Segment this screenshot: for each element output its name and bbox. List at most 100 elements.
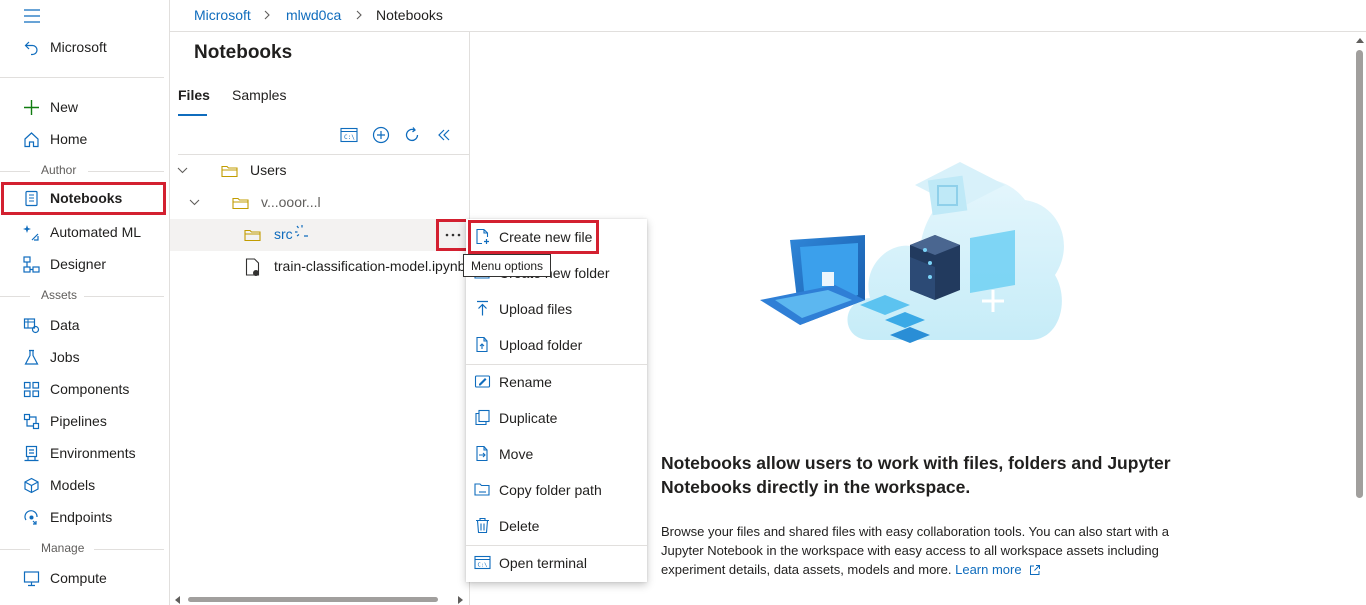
chevron-down-icon[interactable] <box>176 165 189 177</box>
nav-item-designer[interactable]: Designer <box>0 248 169 280</box>
move-icon <box>474 445 491 462</box>
refresh-icon[interactable] <box>403 126 421 144</box>
breadcrumb-workspace[interactable]: mlwd0ca <box>286 7 341 23</box>
nav-back-microsoft[interactable]: Microsoft <box>0 31 169 63</box>
tree-item-src[interactable]: src <box>170 219 469 251</box>
menu-item-label: Upload folder <box>499 337 583 353</box>
folder-icon <box>244 228 261 242</box>
notebook-icon <box>23 190 40 207</box>
nav-item-new[interactable]: New <box>0 91 169 123</box>
nav-section-manage: Manage <box>0 541 170 557</box>
menu-item-upload-folder[interactable]: Upload folder <box>466 327 647 363</box>
svg-text:C:\: C:\ <box>344 134 355 141</box>
home-icon <box>23 131 40 148</box>
breadcrumb-current: Notebooks <box>376 7 443 23</box>
nav-back-label: Microsoft <box>50 39 107 55</box>
menu-item-move[interactable]: Move <box>466 436 647 472</box>
menu-item-create-new-file[interactable]: Create new file <box>466 219 647 255</box>
vertical-scrollbar[interactable] <box>1356 50 1363 498</box>
nav-item-label: Models <box>50 477 96 493</box>
tab-active-indicator <box>178 114 207 116</box>
chevron-down-icon[interactable] <box>188 197 201 209</box>
designer-icon <box>23 256 40 273</box>
chevron-right-icon <box>354 7 364 23</box>
nav-section-label: Assets <box>41 288 78 302</box>
scroll-right-icon[interactable] <box>457 596 463 604</box>
cube-icon <box>23 477 40 494</box>
nav-divider <box>0 77 164 78</box>
empty-state-description: Browse your files and shared files with … <box>661 522 1176 579</box>
nav-item-home[interactable]: Home <box>0 123 169 155</box>
menu-item-label: Create new file <box>499 229 593 245</box>
upload-icon <box>474 300 491 317</box>
nav-item-jobs[interactable]: Jobs <box>0 341 169 373</box>
scroll-up-icon[interactable] <box>1356 37 1364 43</box>
tree-item-label: Users <box>250 162 287 178</box>
breadcrumb: Microsoft mlwd0ca Notebooks <box>170 0 1366 32</box>
menu-item-delete[interactable]: Delete <box>466 508 647 544</box>
upload-folder-icon <box>474 336 491 353</box>
tree-item-user-folder[interactable]: v...ooor...l <box>170 187 469 219</box>
nav-item-notebooks[interactable]: Notebooks <box>1 182 166 215</box>
nav-item-label: Home <box>50 131 88 147</box>
loading-spinner-icon <box>294 224 310 240</box>
menu-item-rename[interactable]: Rename <box>466 364 647 400</box>
menu-item-duplicate[interactable]: Duplicate <box>466 400 647 436</box>
nav-item-label: Notebooks <box>50 190 123 206</box>
nav-item-components[interactable]: Components <box>0 373 169 405</box>
menu-item-copy-folder-path[interactable]: Copy folder path <box>466 472 647 508</box>
menu-item-upload-files[interactable]: Upload files <box>466 291 647 327</box>
trash-icon <box>474 517 491 534</box>
nav-item-data[interactable]: Data <box>0 309 169 341</box>
nav-item-label: Designer <box>50 256 107 272</box>
menu-item-open-terminal[interactable]: C:\ Open terminal <box>466 545 647 581</box>
nav-section-label: Manage <box>41 541 85 555</box>
nav-item-label: Jobs <box>50 349 80 365</box>
nav-item-pipelines[interactable]: Pipelines <box>0 405 169 437</box>
monitor-icon <box>23 570 40 587</box>
horizontal-scrollbar[interactable] <box>188 597 438 602</box>
components-icon <box>23 381 40 398</box>
external-link-icon[interactable] <box>1029 564 1041 576</box>
terminal-icon[interactable]: C:\ <box>340 127 358 143</box>
learn-more-link[interactable]: Learn more <box>955 562 1021 577</box>
menu-item-label: Open terminal <box>499 555 587 571</box>
menu-item-label: Copy folder path <box>499 482 602 498</box>
cloud-notebook-illustration <box>760 150 1065 360</box>
nav-item-models[interactable]: Models <box>0 469 169 501</box>
tree-item-label: train-classification-model.ipynb <box>274 258 466 274</box>
rename-icon <box>474 373 491 390</box>
scroll-left-icon[interactable] <box>175 596 181 604</box>
duplicate-icon <box>474 409 491 426</box>
tree-item-users[interactable]: Users <box>170 155 469 187</box>
folder-icon <box>232 196 249 210</box>
pipelines-icon <box>23 413 40 430</box>
terminal-icon: C:\ <box>474 554 491 571</box>
copy-path-icon <box>474 481 491 498</box>
nav-item-automated-ml[interactable]: Automated ML <box>0 216 169 248</box>
plus-icon <box>23 99 40 116</box>
nav-item-environments[interactable]: Environments <box>0 437 169 469</box>
add-circle-icon[interactable] <box>372 126 390 144</box>
tab-files[interactable]: Files <box>178 87 210 103</box>
nav-item-label: Endpoints <box>50 509 113 525</box>
nav-item-label: Components <box>50 381 130 397</box>
more-options-button[interactable] <box>436 219 469 251</box>
nav-item-compute[interactable]: Compute <box>0 562 169 594</box>
nav-section-assets: Assets <box>0 288 170 304</box>
nav-item-endpoints[interactable]: Endpoints <box>0 501 169 533</box>
chevron-right-icon <box>262 7 272 23</box>
tree-item-label: src <box>274 226 293 242</box>
tree-item-label: v...ooor...l <box>261 194 321 210</box>
collapse-panel-icon[interactable] <box>436 127 452 143</box>
nav-item-label: Pipelines <box>50 413 107 429</box>
menu-item-label: Duplicate <box>499 410 558 426</box>
hamburger-menu-icon[interactable] <box>23 8 41 24</box>
notebook-file-icon <box>245 258 261 277</box>
environments-icon <box>23 445 40 462</box>
flask-icon <box>23 349 40 366</box>
tree-item-notebook-file[interactable]: train-classification-model.ipynb <box>170 251 469 283</box>
breadcrumb-root[interactable]: Microsoft <box>194 7 251 23</box>
tab-samples[interactable]: Samples <box>232 87 286 103</box>
back-arrow-icon <box>23 39 40 56</box>
